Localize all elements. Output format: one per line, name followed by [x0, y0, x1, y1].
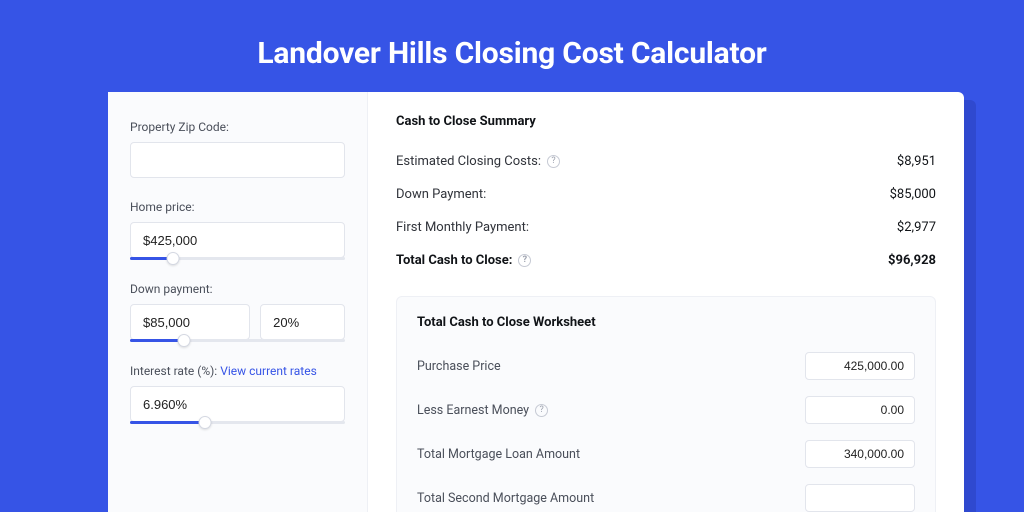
worksheet-row-label: Total Mortgage Loan Amount — [417, 447, 580, 462]
worksheet-row: Purchase Price — [417, 344, 915, 388]
summary-row-value: $2,977 — [897, 220, 936, 235]
summary-row-label-text: Estimated Closing Costs: — [396, 154, 541, 169]
down-payment-field: Down payment: — [130, 282, 345, 342]
summary-row-label-text: Down Payment: — [396, 187, 486, 202]
worksheet-row-label: Purchase Price — [417, 359, 501, 374]
interest-rate-slider-fill — [130, 421, 205, 424]
results-panel: Cash to Close Summary Estimated Closing … — [368, 92, 964, 512]
interest-rate-slider[interactable] — [130, 421, 345, 424]
columns: Property Zip Code: Home price: Down paym… — [108, 92, 964, 512]
summary-row-label-text: Total Cash to Close: — [396, 253, 512, 268]
zip-field: Property Zip Code: — [130, 120, 345, 178]
worksheet-row-label-text: Total Mortgage Loan Amount — [417, 447, 580, 462]
summary-row: Down Payment: $85,000 — [396, 178, 936, 211]
worksheet-row: Total Second Mortgage Amount — [417, 476, 915, 512]
interest-rate-input[interactable] — [130, 386, 345, 422]
summary-row-value: $8,951 — [897, 154, 936, 169]
worksheet-row-label-text: Total Second Mortgage Amount — [417, 491, 594, 506]
home-price-field: Home price: — [130, 200, 345, 260]
summary-row: First Monthly Payment: $2,977 — [396, 211, 936, 244]
summary-title: Cash to Close Summary — [396, 114, 936, 129]
down-payment-label: Down payment: — [130, 282, 345, 296]
interest-rate-slider-thumb[interactable] — [199, 416, 212, 429]
worksheet-row-input[interactable] — [805, 352, 915, 380]
calculator-card: Property Zip Code: Home price: Down paym… — [108, 92, 964, 512]
summary-row-value: $96,928 — [888, 253, 936, 268]
summary-block: Cash to Close Summary Estimated Closing … — [396, 114, 936, 284]
worksheet-row-label-text: Less Earnest Money — [417, 403, 529, 418]
summary-row-label: Total Cash to Close:? — [396, 253, 531, 268]
worksheet-card: Total Cash to Close Worksheet Purchase P… — [396, 296, 936, 512]
summary-row: Estimated Closing Costs:? $8,951 — [396, 145, 936, 178]
help-icon[interactable]: ? — [535, 404, 548, 417]
worksheet-row: Total Mortgage Loan Amount — [417, 432, 915, 476]
down-payment-pct-input[interactable] — [260, 304, 345, 340]
summary-row-value: $85,000 — [890, 187, 936, 202]
worksheet-row-label-text: Purchase Price — [417, 359, 501, 374]
down-payment-slider-thumb[interactable] — [177, 334, 190, 347]
zip-label: Property Zip Code: — [130, 120, 345, 134]
summary-row-label: Down Payment: — [396, 187, 486, 202]
down-payment-slider-fill — [130, 339, 184, 342]
view-current-rates-link[interactable]: View current rates — [220, 364, 317, 378]
worksheet-row-input[interactable] — [805, 484, 915, 512]
summary-rows: Estimated Closing Costs:? $8,951 Down Paym… — [396, 145, 936, 277]
inputs-panel: Property Zip Code: Home price: Down paym… — [108, 92, 368, 512]
home-price-slider[interactable] — [130, 257, 345, 260]
page-title: Landover Hills Closing Cost Calculator — [0, 0, 1024, 71]
worksheet-title: Total Cash to Close Worksheet — [417, 315, 915, 330]
home-price-slider-thumb[interactable] — [167, 252, 180, 265]
down-payment-input[interactable] — [130, 304, 250, 340]
worksheet-row-input[interactable] — [805, 440, 915, 468]
worksheet-row-input[interactable] — [805, 396, 915, 424]
worksheet-rows: Purchase Price Less Earnest Money? Total M… — [417, 344, 915, 512]
zip-input[interactable] — [130, 142, 345, 178]
help-icon[interactable]: ? — [518, 254, 531, 267]
down-payment-slider[interactable] — [130, 339, 345, 342]
worksheet-row: Less Earnest Money? — [417, 388, 915, 432]
interest-rate-label-text: Interest rate (%): — [130, 364, 220, 378]
interest-rate-label: Interest rate (%): View current rates — [130, 364, 345, 378]
summary-row-label: First Monthly Payment: — [396, 220, 529, 235]
summary-row-label: Estimated Closing Costs:? — [396, 154, 560, 169]
summary-row: Total Cash to Close:? $96,928 — [396, 244, 936, 277]
summary-row-label-text: First Monthly Payment: — [396, 220, 529, 235]
interest-rate-field: Interest rate (%): View current rates — [130, 364, 345, 424]
worksheet-row-label: Less Earnest Money? — [417, 403, 548, 418]
worksheet-row-label: Total Second Mortgage Amount — [417, 491, 594, 506]
home-price-label: Home price: — [130, 200, 345, 214]
help-icon[interactable]: ? — [547, 155, 560, 168]
page-root: Landover Hills Closing Cost Calculator P… — [0, 0, 1024, 512]
home-price-input[interactable] — [130, 222, 345, 258]
